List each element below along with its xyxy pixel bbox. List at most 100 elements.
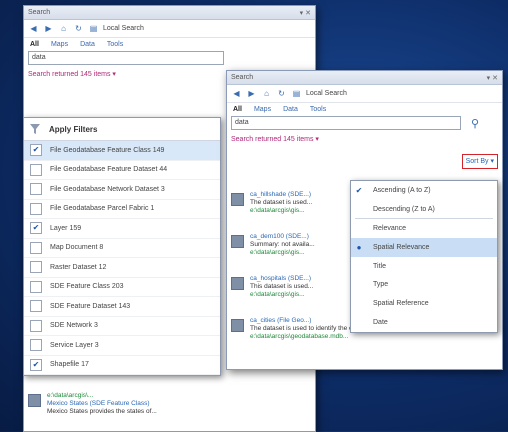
- apply-filters-label: Apply Filters: [49, 124, 98, 134]
- sort-option[interactable]: ● Spatial Relevance: [351, 238, 497, 257]
- filter-item[interactable]: SDE Feature Dataset 143: [24, 297, 220, 317]
- front-window-controls[interactable]: ▾ ✕: [487, 74, 498, 82]
- front-view-icon[interactable]: ▤: [291, 88, 302, 99]
- result-item[interactable]: ca_dem100 (SDE...) Summary: not availa...…: [227, 229, 357, 271]
- result-description: This dataset is used...: [250, 283, 314, 290]
- filter-item[interactable]: File Geodatabase Feature Dataset 44: [24, 161, 220, 180]
- result-title[interactable]: ca_hillshade (SDE...): [250, 191, 312, 199]
- back-tab-maps[interactable]: Maps: [51, 41, 68, 48]
- result-path: e:\data\arcgis\gis...: [250, 207, 305, 214]
- front-results-count[interactable]: Search returned 145 items ▾: [227, 133, 502, 145]
- back-nav-back-icon[interactable]: ◀: [28, 23, 39, 34]
- back-tab-all[interactable]: All: [30, 41, 39, 48]
- back-location-label[interactable]: Local Search: [103, 25, 144, 32]
- front-tab-maps[interactable]: Maps: [254, 106, 271, 113]
- back-search-input[interactable]: data: [28, 51, 224, 65]
- sort-option[interactable]: ✔ Ascending (A to Z): [351, 181, 497, 200]
- filter-item[interactable]: Raster Dataset 12: [24, 258, 220, 278]
- back-refresh-icon[interactable]: ↻: [73, 23, 84, 34]
- result-description: Summary: not availa...: [250, 241, 315, 248]
- sort-option[interactable]: Title: [351, 257, 497, 276]
- filter-item[interactable]: Map Document 8: [24, 239, 220, 258]
- unchecked-checkbox[interactable]: [30, 183, 42, 196]
- filter-item[interactable]: File Geodatabase Parcel Fabric 1: [24, 200, 220, 219]
- filter-menu: Apply Filters ✔ File Geodatabase Feature …: [23, 117, 221, 376]
- back-title-bar: Search ▾ ✕: [24, 6, 315, 20]
- filter-item[interactable]: File Geodatabase Network Dataset 3: [24, 180, 220, 200]
- unchecked-checkbox[interactable]: [30, 163, 42, 176]
- dataset-icon: [231, 277, 244, 290]
- filter-item[interactable]: SDE Network 3: [24, 317, 220, 336]
- filter-item[interactable]: Service Layer 3: [24, 336, 220, 356]
- unchecked-checkbox[interactable]: [30, 261, 42, 274]
- sort-option[interactable]: Relevance: [351, 219, 497, 238]
- filter-item-label: File Geodatabase Network Dataset 3: [50, 185, 165, 193]
- search-icon[interactable]: ⚲: [471, 117, 479, 130]
- sort-by-button[interactable]: Sort By ▾: [461, 154, 498, 169]
- front-tab-data[interactable]: Data: [283, 106, 298, 113]
- result-description: The dataset is used...: [250, 199, 313, 206]
- back-home-icon[interactable]: ⌂: [58, 23, 69, 34]
- unchecked-checkbox[interactable]: [30, 339, 42, 352]
- checked-checkbox[interactable]: ✔: [30, 358, 42, 371]
- front-search-input[interactable]: data: [231, 116, 461, 130]
- sort-option-label: Ascending (A to Z): [373, 186, 431, 194]
- unchecked-checkbox[interactable]: [30, 202, 42, 215]
- filter-item-label: SDE Feature Class 203: [50, 283, 124, 291]
- back-footer-result[interactable]: e:\data\arcgis\... Mexico States (SDE Fe…: [24, 388, 315, 420]
- back-toolbar: ◀ ▶ ⌂ ↻ ▤ Local Search: [24, 20, 315, 38]
- funnel-icon: [30, 124, 40, 134]
- dataset-icon: [231, 193, 244, 206]
- sort-option-label: Spatial Reference: [373, 299, 429, 307]
- result-item[interactable]: ca_hillshade (SDE...) The dataset is used…: [227, 187, 357, 229]
- filter-item[interactable]: ✔ Shapefile 17: [24, 356, 220, 375]
- unchecked-checkbox[interactable]: [30, 300, 42, 313]
- result-path: e:\data\arcgis\geodatabase.mdb...: [250, 333, 349, 340]
- filter-item[interactable]: ✔ File Geodatabase Feature Class 149: [24, 141, 220, 161]
- radio-dot-icon: ●: [356, 242, 362, 252]
- back-view-icon[interactable]: ▤: [88, 23, 99, 34]
- front-tab-tools[interactable]: Tools: [310, 106, 326, 113]
- result-item[interactable]: ca_cities (File Geo...) The dataset is us…: [227, 313, 357, 355]
- result-title[interactable]: ca_cities (File Geo...): [250, 317, 353, 325]
- back-tab-data[interactable]: Data: [80, 41, 95, 48]
- front-tabs: All Maps Data Tools: [227, 103, 502, 113]
- sort-option[interactable]: Type: [351, 275, 497, 294]
- back-tab-tools[interactable]: Tools: [107, 41, 123, 48]
- front-title-bar: Search ▾ ✕: [227, 71, 502, 85]
- front-home-icon[interactable]: ⌂: [261, 88, 272, 99]
- unchecked-checkbox[interactable]: [30, 280, 42, 293]
- result-title[interactable]: ca_dem100 (SDE...): [250, 233, 315, 241]
- front-refresh-icon[interactable]: ↻: [276, 88, 287, 99]
- back-nav-forward-icon[interactable]: ▶: [43, 23, 54, 34]
- result-title[interactable]: ca_hospitals (SDE...): [250, 275, 313, 283]
- sort-option[interactable]: Descending (Z to A): [351, 200, 497, 219]
- front-nav-forward-icon[interactable]: ▶: [246, 88, 257, 99]
- front-tab-all[interactable]: All: [233, 106, 242, 113]
- back-footer-title[interactable]: Mexico States (SDE Feature Class): [47, 400, 157, 408]
- filter-item-label: File Geodatabase Parcel Fabric 1: [50, 205, 155, 213]
- filter-item-label: File Geodatabase Feature Class 149: [50, 146, 165, 154]
- dataset-icon: [231, 319, 244, 332]
- filter-item-label: Map Document 8: [50, 244, 104, 252]
- filter-item-label: SDE Network 3: [50, 322, 98, 330]
- front-nav-back-icon[interactable]: ◀: [231, 88, 242, 99]
- sort-option[interactable]: Date: [351, 313, 497, 332]
- unchecked-checkbox[interactable]: [30, 319, 42, 332]
- unchecked-checkbox[interactable]: [30, 241, 42, 254]
- filter-item[interactable]: ✔ Layer 159: [24, 219, 220, 239]
- checked-checkbox[interactable]: ✔: [30, 144, 42, 157]
- filter-item-label: SDE Feature Dataset 143: [50, 302, 131, 310]
- back-window-controls[interactable]: ▾ ✕: [300, 9, 311, 17]
- sort-option-label: Title: [373, 262, 386, 270]
- front-location-label[interactable]: Local Search: [306, 90, 347, 97]
- apply-filters-item[interactable]: Apply Filters: [24, 118, 220, 141]
- sort-option-label: Spatial Relevance: [373, 243, 430, 251]
- checkmark-icon: ✔: [355, 185, 363, 195]
- checked-checkbox[interactable]: ✔: [30, 222, 42, 235]
- filter-item-label: Layer 159: [50, 224, 82, 232]
- sort-option[interactable]: Spatial Reference: [351, 294, 497, 313]
- filter-item[interactable]: SDE Feature Class 203: [24, 278, 220, 297]
- sort-option-label: Descending (Z to A): [373, 205, 435, 213]
- result-item[interactable]: ca_hospitals (SDE...) This dataset is use…: [227, 271, 357, 313]
